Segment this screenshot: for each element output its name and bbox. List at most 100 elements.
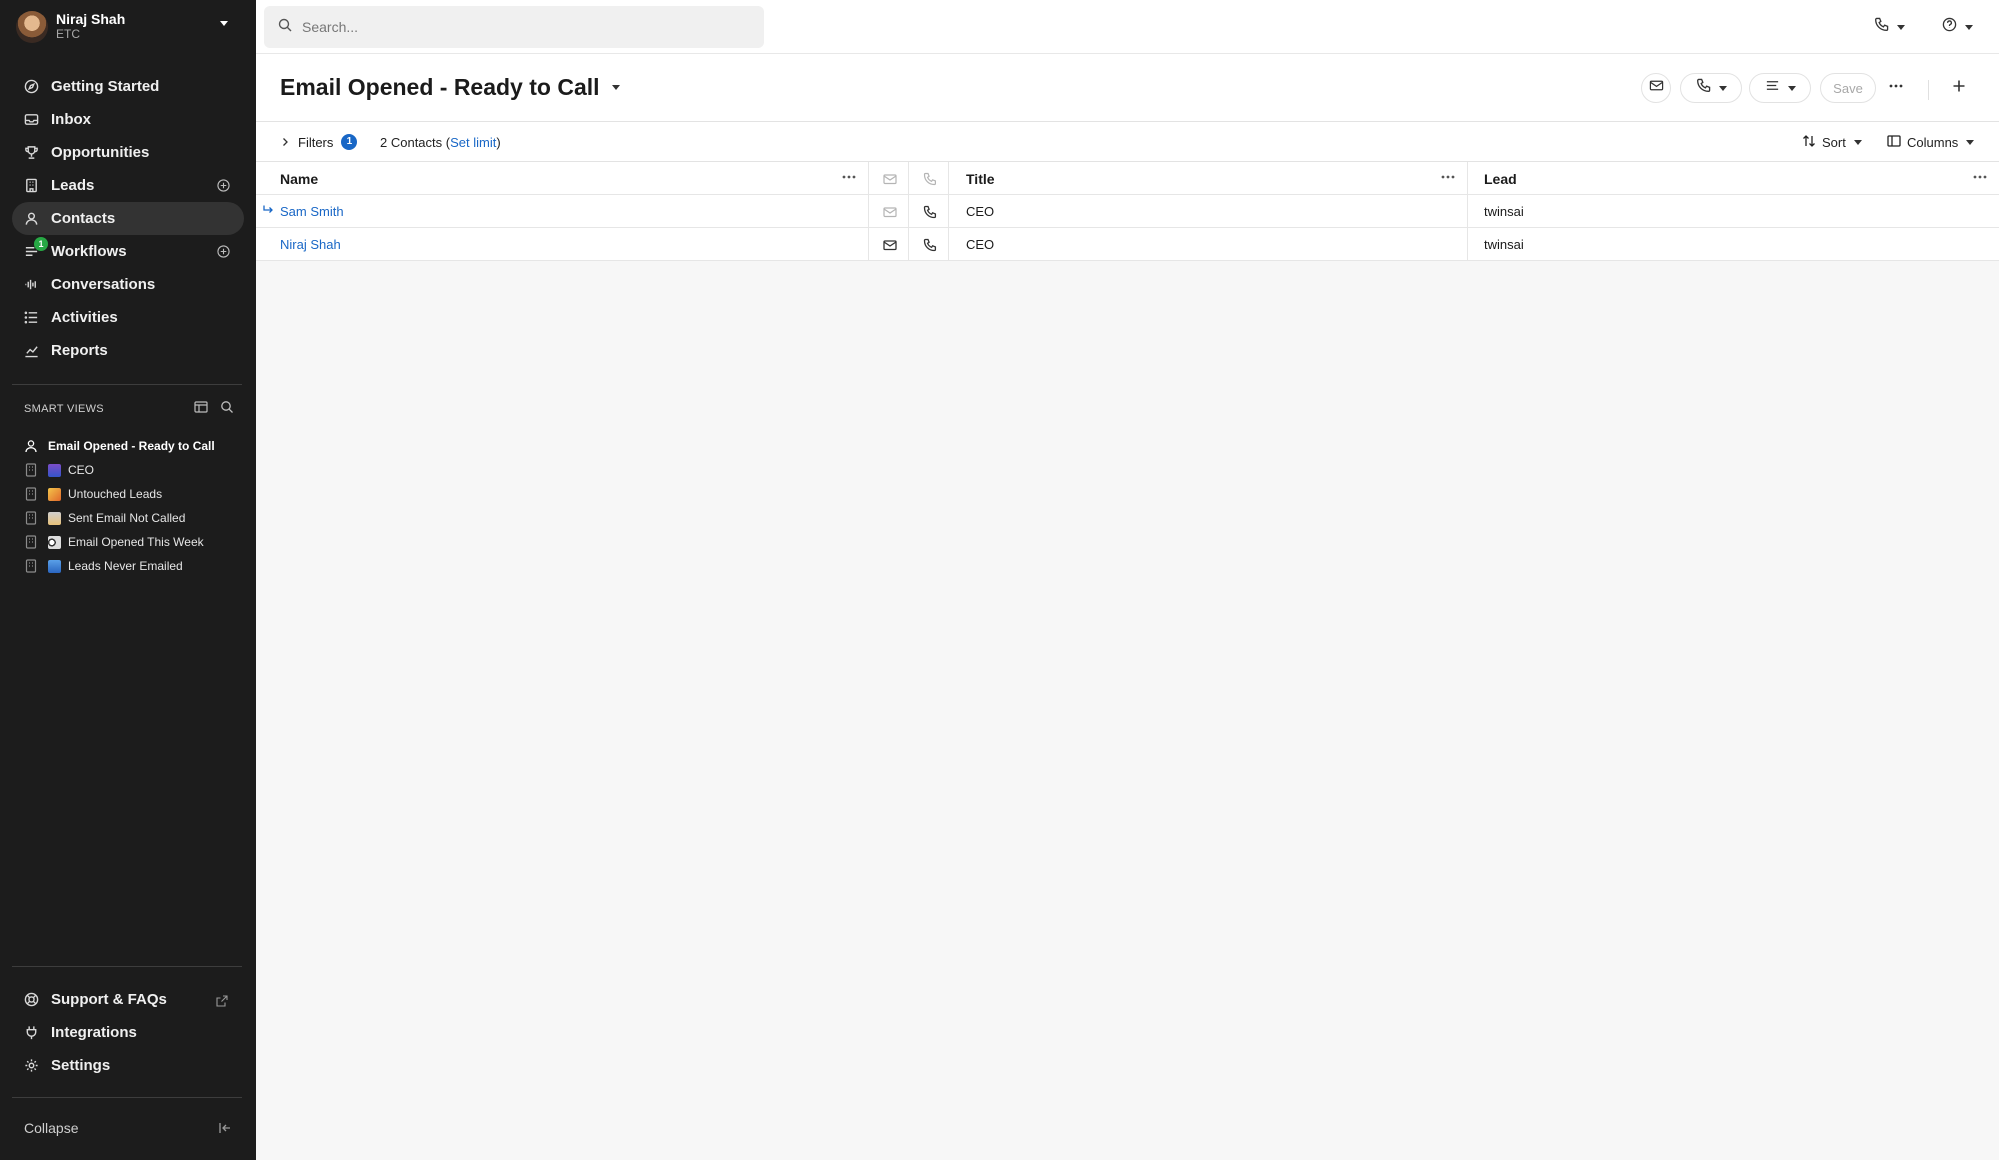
set-limit-link[interactable]: Set limit [450,135,496,150]
chevron-down-icon [220,21,228,26]
page-title-text: Email Opened - Ready to Call [280,74,600,100]
nav-label: Settings [51,1057,111,1074]
help-menu-button[interactable] [1942,16,1973,38]
user-name: Niraj Shah [56,11,126,27]
help-icon [1942,17,1957,37]
main-content: Email Opened - Ready to Call Save Filter… [256,0,1999,1160]
nav-item-settings[interactable]: Settings [12,1049,242,1082]
envelope-icon [1649,78,1664,98]
add-workflow-icon[interactable] [217,245,230,258]
add-button[interactable] [1951,78,1967,99]
email-button[interactable] [883,195,897,228]
smart-view-item[interactable]: Untouched Leads [24,482,244,506]
nav-item-inbox[interactable]: Inbox [12,103,244,136]
eyes-emoji-icon [48,535,61,549]
filter-bar: Filters 1 2 Contacts (Set limit) Sort Co… [256,122,1999,162]
search-box[interactable] [264,6,764,48]
column-menu-button[interactable] [841,162,857,195]
user-icon [24,439,38,453]
collapse-icon [218,1121,232,1135]
list-options-button[interactable] [1749,73,1811,103]
nav-item-support[interactable]: Support & FAQs [12,983,242,1016]
chevron-down-icon [1787,85,1796,91]
table-row[interactable]: Niraj Shah CEO twinsai [256,228,1999,261]
email-column-icon [883,162,897,195]
avatar [16,11,48,43]
collapse-button[interactable]: Collapse [24,1120,232,1136]
search-icon [278,18,292,37]
nav-item-integrations[interactable]: Integrations [12,1016,242,1049]
add-lead-icon[interactable] [217,179,230,192]
chevron-right-icon [280,135,298,150]
ellipsis-icon [1972,169,1988,188]
column-header-name[interactable]: Name [280,162,318,195]
search-input[interactable] [302,19,742,35]
more-options-button[interactable] [1888,78,1904,99]
nav-label: Integrations [51,1024,137,1041]
page-title[interactable]: Email Opened - Ready to Call [280,74,620,101]
building-icon [24,463,38,477]
column-header-lead[interactable]: Lead [1484,162,1517,195]
nav-label: Reports [51,342,108,359]
hourglass-emoji-icon [48,511,61,525]
chevron-down-icon [1966,140,1975,145]
table-row[interactable]: Sam Smith CEO twinsai [256,195,1999,228]
contact-name-link[interactable]: Niraj Shah [280,228,341,261]
smart-view-label: CEO [68,463,95,477]
divider [12,384,242,385]
nav-item-activities[interactable]: Activities [12,301,244,334]
chevron-down-icon [1897,24,1905,30]
call-button[interactable] [923,195,937,228]
nav-item-leads[interactable]: Leads [12,169,244,202]
email-button[interactable] [883,228,897,261]
column-header-title[interactable]: Title [966,162,995,195]
envelope-icon [883,238,897,252]
contacts-table: Name Title Lead Sam Smith CEO twinsai Ni… [256,162,1999,261]
nav-item-conversations[interactable]: Conversations [12,268,244,301]
ellipsis-icon [841,169,857,188]
sort-button[interactable]: Sort [1802,134,1862,151]
column-menu-button[interactable] [1440,162,1456,195]
sidebar: Niraj Shah ETC Getting Started Inbox Opp… [0,0,256,1160]
nav-item-contacts[interactable]: Contacts [12,202,244,235]
ellipsis-icon [1888,81,1904,98]
contact-name-link[interactable]: Sam Smith [280,195,344,228]
smart-view-item[interactable]: Leads Never Emailed [24,554,244,578]
smart-view-label: Sent Email Not Called [68,511,186,525]
smart-view-item[interactable]: Email Opened - Ready to Call [24,434,244,458]
building-icon [24,487,38,501]
smart-view-item[interactable]: Sent Email Not Called [24,506,244,530]
phone-icon [1696,78,1711,98]
smart-view-item[interactable]: Email Opened This Week [24,530,244,554]
call-button[interactable] [923,228,937,261]
save-button[interactable]: Save [1820,73,1876,103]
columns-icon [1887,134,1907,151]
plug-icon [24,1025,39,1040]
contact-lead[interactable]: twinsai [1484,228,1524,261]
table-header-row: Name Title Lead [256,162,1999,195]
divider [1928,80,1929,100]
call-button[interactable] [1680,73,1742,103]
user-menu[interactable]: Niraj Shah ETC [0,0,256,54]
smart-view-item[interactable]: CEO [24,458,244,482]
nav-item-reports[interactable]: Reports [12,334,244,367]
contact-lead[interactable]: twinsai [1484,195,1524,228]
filters-toggle[interactable]: Filters 1 [280,134,358,150]
smart-view-label: Email Opened - Ready to Call [48,439,215,453]
bulk-email-button[interactable] [1641,73,1671,103]
column-menu-button[interactable] [1972,162,1988,195]
phone-menu-button[interactable] [1874,16,1905,38]
nav-item-getting-started[interactable]: Getting Started [12,70,244,103]
flag-emoji-icon [48,463,61,477]
mailbox-emoji-icon [48,559,61,573]
search-icon[interactable] [220,400,234,419]
columns-button[interactable]: Columns [1887,134,1975,151]
table-view-icon[interactable] [194,400,208,419]
workflow-badge: 1 [34,237,48,251]
external-link-icon [216,994,228,1007]
inbox-icon [24,112,39,127]
nav-item-opportunities[interactable]: Opportunities [12,136,244,169]
nav-item-workflows[interactable]: 1 Workflows [12,235,244,268]
filters-label: Filters [298,134,334,150]
building-icon [24,559,38,573]
